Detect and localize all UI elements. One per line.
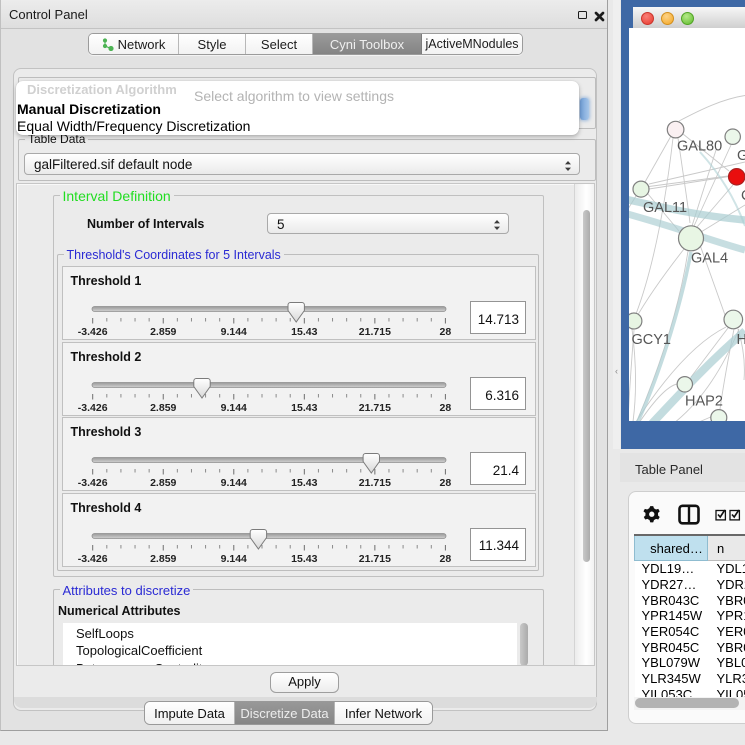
svg-text:-3.426: -3.426 bbox=[77, 553, 107, 564]
svg-text:21.715: 21.715 bbox=[358, 477, 390, 488]
svg-text:-3.426: -3.426 bbox=[77, 326, 107, 337]
svg-text:9.144: 9.144 bbox=[220, 553, 246, 564]
svg-text:HAP2: HAP2 bbox=[685, 394, 723, 410]
svg-text:15.43: 15.43 bbox=[291, 326, 317, 337]
svg-text:2.859: 2.859 bbox=[150, 326, 176, 337]
svg-text:2.859: 2.859 bbox=[150, 477, 176, 488]
svg-text:15.43: 15.43 bbox=[291, 402, 317, 413]
svg-text:GAL80: GAL80 bbox=[677, 139, 722, 155]
svg-text:GAL4: GAL4 bbox=[691, 251, 728, 267]
svg-text:2.859: 2.859 bbox=[150, 402, 176, 413]
svg-text:2.859: 2.859 bbox=[150, 553, 176, 564]
svg-text:HA: HA bbox=[737, 332, 745, 348]
svg-text:-3.426: -3.426 bbox=[77, 402, 107, 413]
svg-text:9.144: 9.144 bbox=[220, 477, 246, 488]
svg-text:21.715: 21.715 bbox=[358, 553, 390, 564]
svg-text:GAL11: GAL11 bbox=[643, 200, 687, 216]
svg-text:9.144: 9.144 bbox=[220, 326, 246, 337]
svg-text:15.43: 15.43 bbox=[291, 553, 317, 564]
svg-text:CY: CY bbox=[741, 188, 745, 204]
svg-text:21.715: 21.715 bbox=[358, 326, 390, 337]
svg-text:GA: GA bbox=[737, 148, 745, 164]
svg-text:-3.426: -3.426 bbox=[77, 477, 107, 488]
svg-text:28: 28 bbox=[439, 402, 451, 413]
svg-text:28: 28 bbox=[439, 477, 451, 488]
svg-text:GCY1: GCY1 bbox=[632, 332, 672, 348]
svg-text:21.715: 21.715 bbox=[358, 402, 390, 413]
svg-text:28: 28 bbox=[439, 326, 451, 337]
svg-text:28: 28 bbox=[439, 553, 451, 564]
svg-text:9.144: 9.144 bbox=[220, 402, 246, 413]
svg-text:15.43: 15.43 bbox=[291, 477, 317, 488]
